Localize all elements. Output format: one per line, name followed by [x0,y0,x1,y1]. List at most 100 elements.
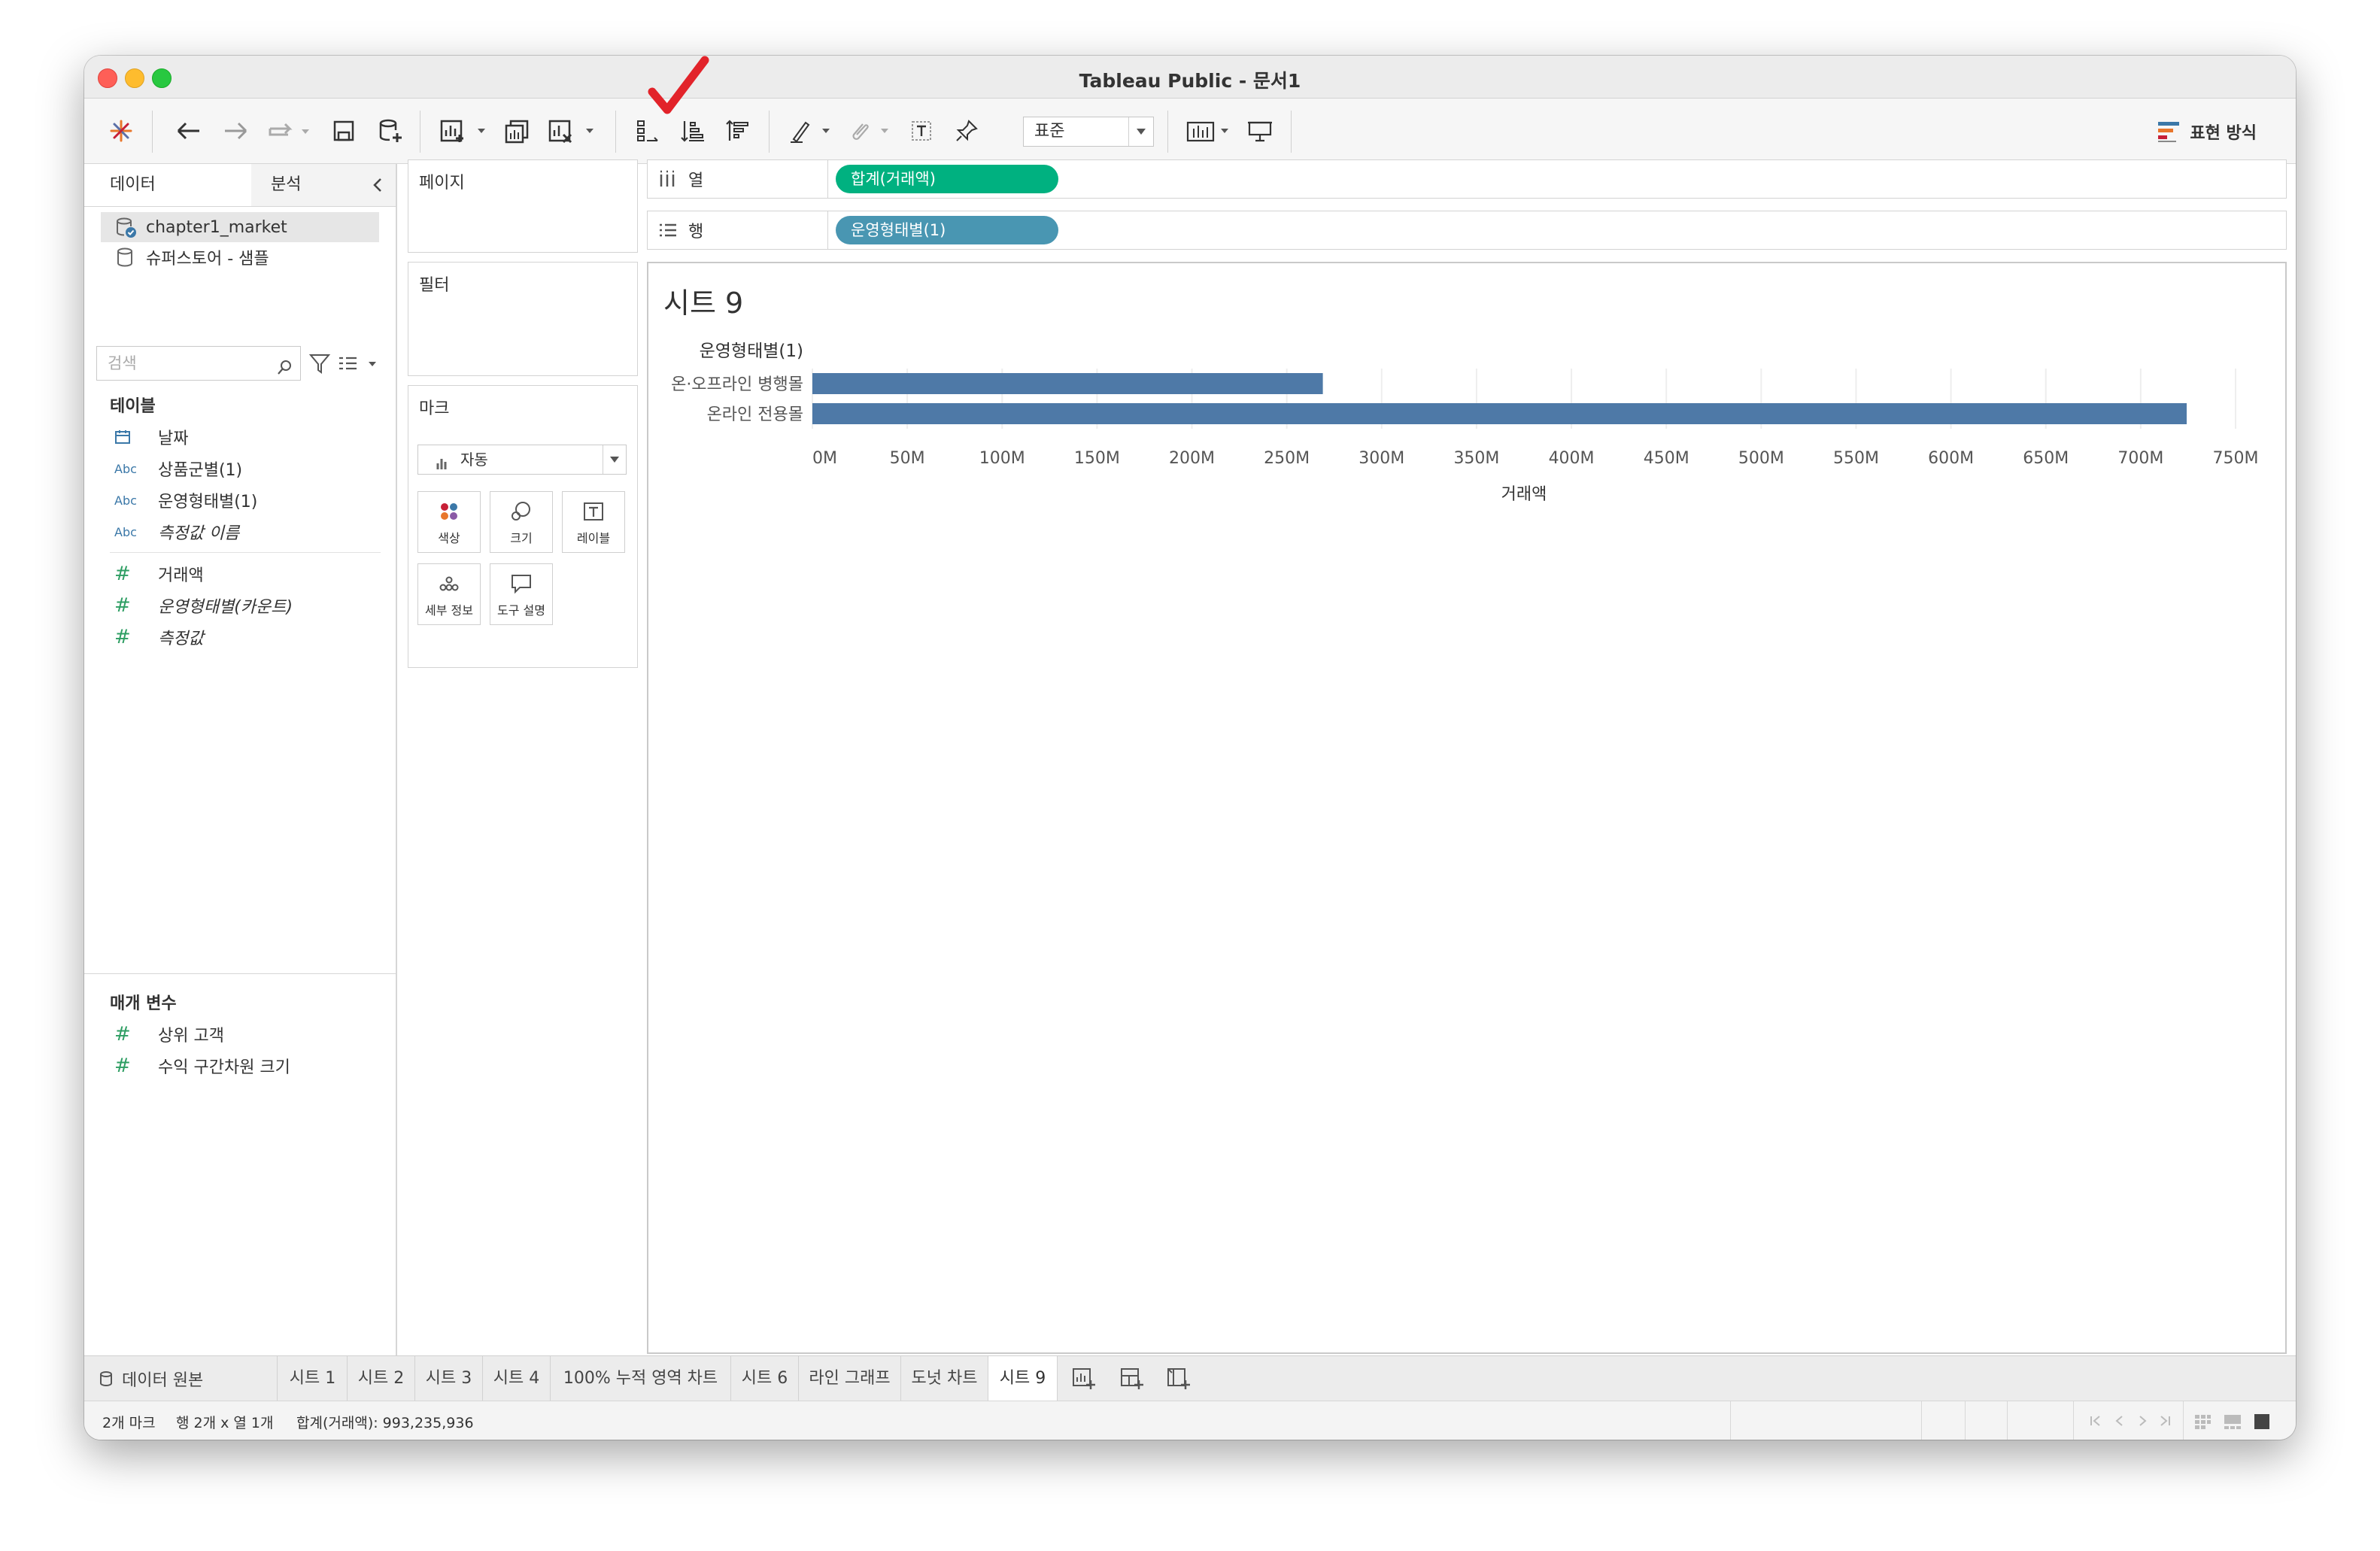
mark-button-label: 레이블 [576,531,611,545]
parameter-item[interactable]: # 수익 구간차원 크기 [114,1052,378,1080]
new-datasource-icon[interactable] [373,114,408,148]
datasource-tab[interactable]: 데이터 원본 [98,1356,203,1401]
new-worksheet-icon[interactable] [1071,1367,1097,1394]
last-page-icon[interactable] [2157,1413,2172,1432]
database-icon [100,1371,112,1386]
parameter-item[interactable]: # 상위 고객 [114,1020,378,1049]
tableau-logo-icon[interactable] [104,114,138,148]
bar [812,403,2187,424]
filters-card[interactable]: 필터 [408,262,638,376]
rows-shelf[interactable]: 행 운영형태별(1) [647,211,2287,250]
color-palette-icon [441,503,457,520]
tabs-view-icon[interactable] [2254,1413,2270,1434]
x-tick-label: 550M [1833,449,1879,468]
mark-type-select[interactable]: 자동 [417,445,627,475]
columns-shelf[interactable]: 열 합계(거래액) [647,159,2287,199]
field-item[interactable]: Abc 상품군별(1) [114,454,378,483]
sheet-tab[interactable]: 도넛 차트 [901,1356,988,1401]
bar [812,373,1323,394]
tables-header: 테이블 [110,397,156,416]
filmstrip-icon[interactable] [2224,1413,2242,1434]
detail-button[interactable]: 세부 정보 [417,563,481,625]
x-tick-label: 450M [1644,449,1689,468]
size-button[interactable]: 크기 [490,491,553,553]
fix-axes-pin-icon[interactable] [949,114,984,148]
field-item[interactable]: Abc 측정값 이름 [114,518,378,546]
undo-icon[interactable] [172,114,206,148]
label-button[interactable]: 레이블 [562,491,625,553]
new-dashboard-icon[interactable] [1119,1367,1145,1394]
x-tick-label: 650M [2023,449,2069,468]
show-me-label: 표현 방식 [2190,124,2257,143]
toolbar: 표준 표현 방식 [84,99,2296,164]
show-me-icon [2158,122,2180,142]
title-bar: Tableau Public - 문서1 [84,56,2296,99]
sheet-tab[interactable]: 라인 그래프 [799,1356,901,1401]
sheet-tab[interactable]: 시트 3 [415,1356,483,1401]
collapse-pane-icon[interactable] [370,176,385,197]
show-me-button[interactable]: 표현 방식 [2157,118,2257,145]
first-page-icon[interactable] [2088,1413,2103,1432]
color-button[interactable]: 색상 [417,491,481,553]
database-icon [117,247,132,267]
datasource-item[interactable]: 슈퍼스토어 - 샘플 [101,242,379,272]
calendar-icon [114,429,158,445]
marks-card: 마크 자동 색상 크기 레이블 세부 정보 도구 설명 [408,385,638,668]
sheet-tab[interactable]: 시트 9 [988,1356,1058,1401]
field-item[interactable]: # 거래액 [114,560,378,588]
size-icon [512,502,530,521]
tooltip-button[interactable]: 도구 설명 [490,563,553,625]
sheet-tab-bar: 데이터 원본 시트 1 시트 2 시트 3 시트 4 100% 누적 영역 차트 시트 6… [84,1355,2296,1401]
app-window: Tableau Public - 문서1 표준 표현 방식 데이터 분석 cha… [84,56,2296,1440]
datasource-item[interactable]: chapter1_market [101,212,379,242]
next-page-icon[interactable] [2135,1413,2150,1432]
prev-page-icon[interactable] [2112,1413,2127,1432]
sort-descending-icon[interactable] [721,114,755,148]
duplicate-sheet-icon[interactable] [499,114,534,148]
tab-data[interactable]: 데이터 [84,164,278,206]
search-icon [276,354,294,387]
replay-icon[interactable] [263,114,316,148]
field-item[interactable]: # 운영형태별(카운트) [114,591,378,620]
rows-shelf-label: 행 [688,223,704,241]
mark-button-label: 크기 [510,531,533,545]
highlight-icon[interactable] [785,114,838,148]
x-tick-label: 300M [1358,449,1404,468]
sheet-tab[interactable]: 100% 누적 영역 차트 [551,1356,731,1401]
fit-style-select[interactable]: 표준 [1023,117,1154,147]
clear-sheet-icon[interactable] [545,114,602,148]
chevron-down-icon [1128,117,1153,146]
save-icon[interactable] [326,114,361,148]
field-item[interactable]: Abc 운영형태별(1) [114,486,378,514]
tooltip-icon [512,575,531,594]
bar-chart: 운영형태별(1) 온·오프라인 병행몰온라인 전용몰 0M 50M 100M 150M 20… [671,341,2258,504]
sheet-tab[interactable]: 시트 1 [278,1356,348,1401]
sheet-tab[interactable]: 시트 6 [731,1356,799,1401]
search-input[interactable]: 검색 [96,346,301,381]
sheet-tab[interactable]: 시트 2 [348,1356,415,1401]
rows-pill[interactable]: 운영형태별(1) [836,216,1058,244]
new-story-icon[interactable] [1166,1367,1192,1394]
checkmark-icon [645,56,712,123]
presentation-mode-icon[interactable] [1243,114,1277,148]
parameters-header: 매개 변수 [110,994,177,1013]
field-item[interactable]: # 측정값 [114,623,378,651]
view-options-icon[interactable] [337,352,382,378]
new-worksheet-icon[interactable] [436,114,493,148]
show-mark-labels-icon[interactable] [904,114,939,148]
columns-pill[interactable]: 합계(거래액) [836,165,1058,193]
row-header-label: 운영형태별(1) [700,341,803,361]
group-members-icon[interactable] [844,114,897,148]
filters-card-title: 필터 [419,276,450,295]
filter-fields-icon[interactable] [308,352,331,378]
redo-icon[interactable] [218,114,253,148]
show-hide-cards-icon[interactable] [1182,114,1240,148]
field-label: 상품군별(1) [158,461,243,480]
sheet-sorter-icon[interactable] [2193,1413,2212,1434]
datasource-tab-label: 데이터 원본 [122,1371,204,1390]
field-item[interactable]: 날짜 [114,423,378,451]
pages-card[interactable]: 페이지 [408,159,638,253]
x-tick-label: 500M [1738,449,1784,468]
sheet-tab[interactable]: 시트 4 [483,1356,551,1401]
sheet-title[interactable]: 시트 9 [663,280,743,321]
